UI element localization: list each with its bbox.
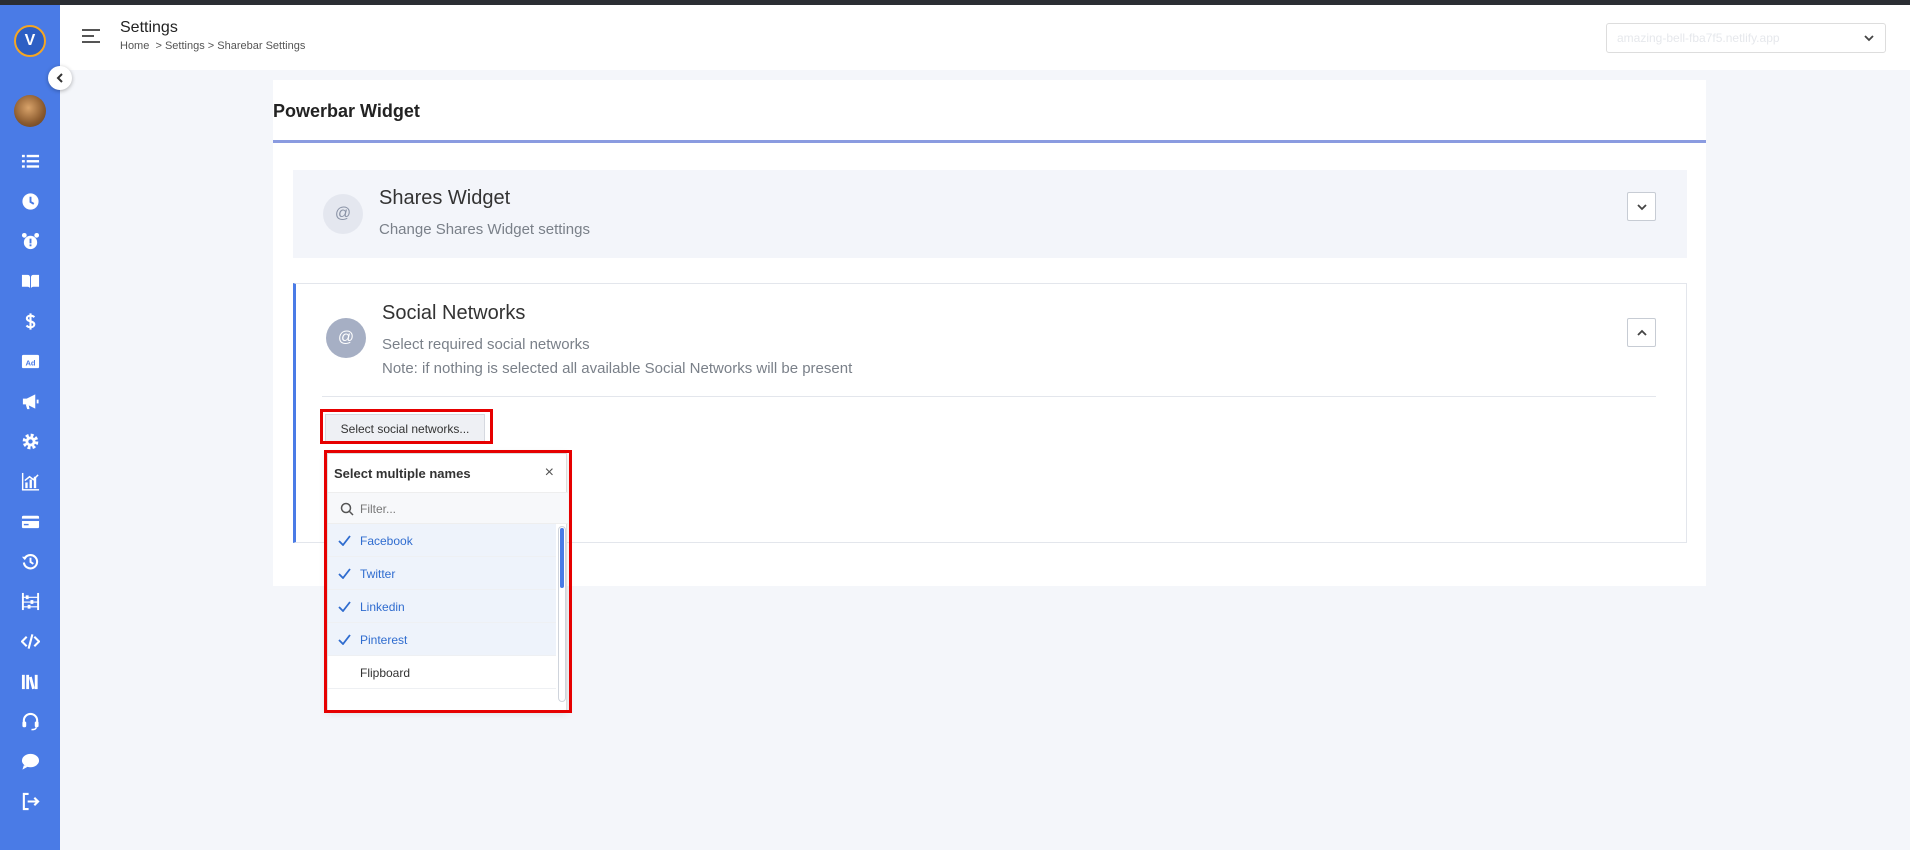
library-icon: [21, 674, 38, 689]
dropdown-header: Select multiple names: [328, 454, 568, 492]
option-linkedin[interactable]: Linkedin: [328, 590, 556, 623]
dropdown-options-list: Facebook Twitter Linkedin Pinterest Flip…: [328, 524, 556, 704]
check-icon: [338, 568, 351, 579]
chevron-down-icon: [1636, 203, 1647, 210]
megaphone-icon: [22, 393, 39, 409]
sidebar-collapse-button[interactable]: [48, 66, 72, 90]
gear-icon: [22, 433, 38, 449]
dropdown-scrollbar[interactable]: [558, 526, 566, 702]
breadcrumb-home[interactable]: Home: [120, 40, 149, 52]
history-icon: [21, 553, 38, 569]
sidebar: V Ad: [0, 5, 60, 850]
chevron-down-icon: [1864, 35, 1874, 42]
option-label: Facebook: [360, 534, 413, 548]
sidebar-item-code[interactable]: [18, 629, 42, 653]
sidebar-item-history[interactable]: [18, 549, 42, 573]
check-icon: [338, 601, 351, 612]
check-icon: [338, 535, 351, 546]
shares-widget-panel[interactable]: @ Shares Widget Change Shares Widget set…: [293, 170, 1687, 258]
dropdown-filter: [328, 492, 568, 524]
chart-icon: [21, 472, 39, 491]
book-icon: [21, 274, 39, 288]
site-select[interactable]: amazing-bell-fba7f5.netlify.app: [1606, 23, 1886, 53]
select-social-networks-button[interactable]: Select social networks...: [325, 414, 485, 444]
option-pinterest[interactable]: Pinterest: [328, 623, 556, 656]
dropdown-title: Select multiple names: [334, 466, 471, 481]
dropdown-close-button[interactable]: ×: [545, 464, 554, 482]
option-twitter[interactable]: Twitter: [328, 557, 556, 590]
dropdown-filter-input[interactable]: [360, 500, 550, 518]
panel-divider: [322, 396, 1656, 397]
alarm-icon: [21, 232, 39, 249]
option-label: Pinterest: [360, 633, 408, 647]
sidebar-item-chart[interactable]: [18, 469, 42, 493]
sidebar-item-billing[interactable]: [18, 509, 42, 533]
title-underline: [273, 140, 1706, 143]
shares-widget-subtitle: Change Shares Widget settings: [379, 221, 590, 238]
social-networks-subtitle: Select required social networks: [382, 336, 590, 353]
shares-widget-expand-button[interactable]: [1627, 192, 1656, 221]
abacus-icon: [21, 592, 39, 610]
app-logo[interactable]: V: [14, 25, 46, 57]
breadcrumb-separator: >: [207, 40, 215, 52]
sidebar-item-chat[interactable]: [18, 749, 42, 773]
sidebar-item-settings[interactable]: [18, 429, 42, 453]
sidebar-item-alarm[interactable]: [18, 229, 42, 253]
svg-text:Ad: Ad: [25, 358, 35, 367]
option-facebook[interactable]: Facebook: [328, 524, 556, 557]
sidebar-item-dollar[interactable]: [18, 309, 42, 333]
option-label: Linkedin: [360, 600, 405, 614]
breadcrumb-settings[interactable]: Settings: [165, 40, 205, 52]
option-flipboard[interactable]: Flipboard: [328, 656, 556, 689]
dollar-icon: [25, 312, 35, 330]
sidebar-item-clock[interactable]: [18, 189, 42, 213]
sidebar-item-abacus[interactable]: [18, 589, 42, 613]
scrollbar-thumb[interactable]: [560, 528, 564, 588]
shares-widget-heading: Shares Widget: [379, 187, 511, 209]
social-networks-dropdown: Select multiple names × Facebook Twitter…: [327, 453, 568, 711]
page-title: Settings: [120, 19, 178, 36]
clock-icon: [21, 192, 39, 210]
site-select-value: amazing-bell-fba7f5.netlify.app: [1617, 31, 1780, 45]
check-icon: [338, 634, 351, 645]
list-icon: [21, 154, 39, 168]
sidebar-item-list[interactable]: [18, 149, 42, 173]
ad-icon: Ad: [21, 354, 39, 368]
social-networks-heading: Social Networks: [382, 302, 526, 324]
at-icon: @: [323, 194, 363, 234]
breadcrumb: Home > Settings > Sharebar Settings: [120, 40, 305, 52]
sidebar-item-library[interactable]: [18, 669, 42, 693]
breadcrumb-current: Sharebar Settings: [217, 40, 306, 52]
logo-letter: V: [24, 32, 36, 49]
logout-icon: [22, 792, 40, 810]
sidebar-item-logout[interactable]: [18, 789, 42, 813]
social-networks-collapse-button[interactable]: [1627, 318, 1656, 347]
widget-title: Powerbar Widget: [273, 101, 420, 121]
code-icon: [20, 633, 40, 649]
sidebar-item-support[interactable]: [18, 709, 42, 733]
chevron-left-icon: [56, 73, 63, 83]
breadcrumb-separator: >: [155, 40, 162, 52]
menu-toggle-button[interactable]: [82, 29, 100, 43]
option-label: Flipboard: [360, 666, 411, 680]
card-icon: [21, 515, 39, 528]
sidebar-item-ad[interactable]: Ad: [18, 349, 42, 373]
sidebar-item-megaphone[interactable]: [18, 389, 42, 413]
social-networks-note: Note: if nothing is selected all availab…: [382, 360, 853, 377]
chat-icon: [21, 753, 39, 770]
user-avatar[interactable]: [14, 95, 46, 127]
top-header: Settings Home > Settings > Sharebar Sett…: [60, 5, 1910, 70]
option-label: Twitter: [360, 567, 396, 581]
search-icon: [340, 502, 354, 516]
at-icon: @: [326, 318, 366, 358]
chevron-up-icon: [1636, 329, 1647, 336]
headset-icon: [21, 712, 39, 730]
sidebar-item-book[interactable]: [18, 269, 42, 293]
